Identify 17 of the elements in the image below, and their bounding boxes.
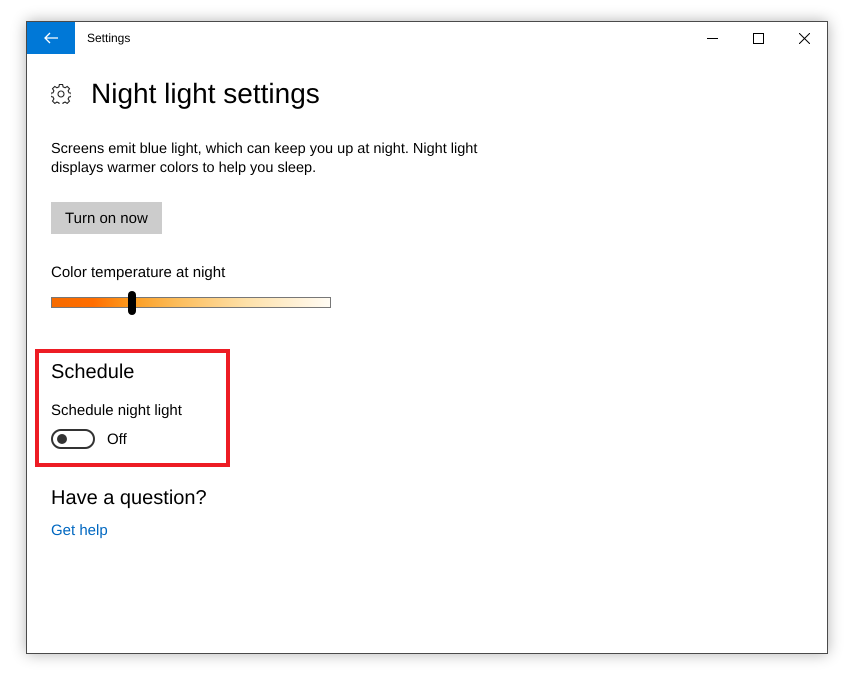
help-link[interactable]: Get help xyxy=(51,522,108,539)
window-title: Settings xyxy=(87,31,132,45)
maximize-icon xyxy=(752,32,764,44)
page-title: Night light settings xyxy=(91,78,320,110)
back-arrow-icon xyxy=(44,32,58,44)
color-temperature-slider[interactable] xyxy=(51,291,331,315)
slider-label: Color temperature at night xyxy=(51,264,226,281)
close-icon xyxy=(798,32,810,44)
section-heading: Have a question? xyxy=(51,487,208,510)
toggle-state: Off xyxy=(107,430,127,448)
settings-icon xyxy=(51,84,71,104)
toggle-label: Schedule night light xyxy=(51,402,183,419)
description-text: Screens emit blue light, which can keep you up at night. Night light displays warmer colors to help you sleep. xyxy=(51,140,478,178)
section-heading: Schedule xyxy=(51,361,136,384)
slider-thumb[interactable] xyxy=(128,291,136,315)
toggle-switch[interactable] xyxy=(51,429,95,449)
turn-on-button[interactable]: Turn on now xyxy=(51,202,162,234)
